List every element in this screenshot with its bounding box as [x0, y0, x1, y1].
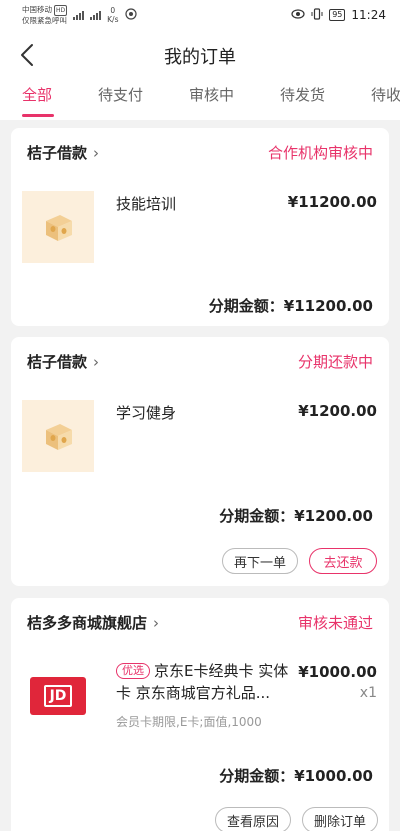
order-header: 桔多多商城旗舰店 › 审核未通过: [27, 612, 373, 633]
installment-amount: 分期金额：¥1000.00: [219, 767, 373, 785]
hd-badge: HD: [54, 5, 68, 16]
chevron-right-icon: ›: [153, 613, 160, 632]
product-spec: 会员卡期限,E卡;面值,1000: [116, 715, 262, 729]
chevron-right-icon: ›: [93, 352, 100, 371]
battery-icon: 95: [329, 9, 346, 21]
status-bar: 中国移动 HD 仅限紧急呼叫 0 K/s 95 11:24: [0, 0, 400, 30]
page-title: 我的订单: [164, 47, 236, 68]
view-reason-button[interactable]: 查看原因: [215, 807, 291, 831]
store-link[interactable]: 桔子借款 ›: [27, 351, 99, 372]
repay-button[interactable]: 去还款: [309, 548, 377, 574]
vibrate-icon: [311, 7, 323, 23]
product-thumbnail[interactable]: JD: [22, 660, 94, 732]
order-status: 合作机构审核中: [267, 144, 373, 162]
nav-bar: 我的订单: [0, 30, 400, 82]
back-arrow-icon: [21, 44, 33, 66]
product-price: ¥1200.00: [298, 402, 377, 420]
clock: 11:24: [351, 8, 386, 22]
product-thumbnail[interactable]: [22, 400, 94, 472]
product-name: 优选 京东E卡经典卡 实体卡 京东商城官方礼品...: [116, 660, 296, 704]
order-card[interactable]: 桔多多商城旗舰店 › 审核未通过 JD 优选 京东E卡经典卡 实体卡 京东商城官方…: [11, 598, 389, 831]
order-header: 桔子借款 › 分期还款中: [27, 351, 373, 372]
installment-amount: 分期金额：¥11200.00: [208, 297, 373, 315]
chevron-right-icon: ›: [93, 143, 100, 162]
speed-value: 0: [110, 6, 116, 15]
delete-order-button[interactable]: 删除订单: [302, 807, 378, 831]
coin-box-icon: [46, 215, 72, 241]
network-speed: 0 K/s: [107, 6, 118, 24]
eye-icon: [291, 8, 305, 22]
reorder-button[interactable]: 再下一单: [222, 548, 298, 574]
featured-tag: 优选: [116, 663, 150, 679]
product-name: 技能培训: [116, 195, 177, 213]
carrier-info: 中国移动 HD 仅限紧急呼叫: [22, 5, 68, 25]
nfc-icon: [124, 8, 137, 22]
speed-unit: K/s: [107, 15, 119, 24]
order-header: 桔子借款 › 合作机构审核中: [27, 142, 373, 163]
jd-logo: JD: [44, 685, 72, 707]
carrier-name: 中国移动: [22, 5, 52, 14]
tab-pending-payment[interactable]: 待支付: [98, 84, 143, 105]
signal-icon: [73, 10, 85, 20]
order-status: 审核未通过: [297, 614, 373, 632]
order-tabs: 全部 待支付 审核中 待发货 待收: [0, 82, 400, 120]
store-name: 桔多多商城旗舰店: [27, 614, 148, 632]
product-quantity: x1: [359, 685, 377, 701]
tab-under-review[interactable]: 审核中: [189, 84, 234, 105]
product-name: 学习健身: [116, 404, 177, 422]
store-link[interactable]: 桔多多商城旗舰店 ›: [27, 612, 159, 633]
order-card[interactable]: 桔子借款 › 分期还款中 学习健身 ¥1200.00 分期金额：¥1200.00…: [11, 337, 389, 586]
store-name: 桔子借款: [27, 353, 88, 371]
jd-card-icon: JD: [30, 677, 86, 715]
order-status: 分期还款中: [297, 353, 373, 371]
tab-all[interactable]: 全部: [22, 84, 52, 105]
product-price: ¥1000.00: [298, 663, 377, 681]
product-price: ¥11200.00: [287, 193, 377, 211]
installment-amount: 分期金额：¥1200.00: [219, 507, 373, 525]
product-thumbnail[interactable]: [22, 191, 94, 263]
tab-pending-shipment[interactable]: 待发货: [280, 84, 325, 105]
back-button[interactable]: [14, 42, 40, 68]
tab-pending-receipt[interactable]: 待收: [371, 84, 400, 105]
store-name: 桔子借款: [27, 144, 88, 162]
store-link[interactable]: 桔子借款 ›: [27, 142, 99, 163]
order-card[interactable]: 桔子借款 › 合作机构审核中 技能培训 ¥11200.00 分期金额：¥1120…: [11, 128, 389, 326]
coin-box-icon: [46, 424, 72, 450]
emergency-only-text: 仅限紧急呼叫: [22, 16, 67, 25]
active-tab-indicator: [22, 114, 54, 117]
signal-icon-2: [90, 10, 102, 20]
